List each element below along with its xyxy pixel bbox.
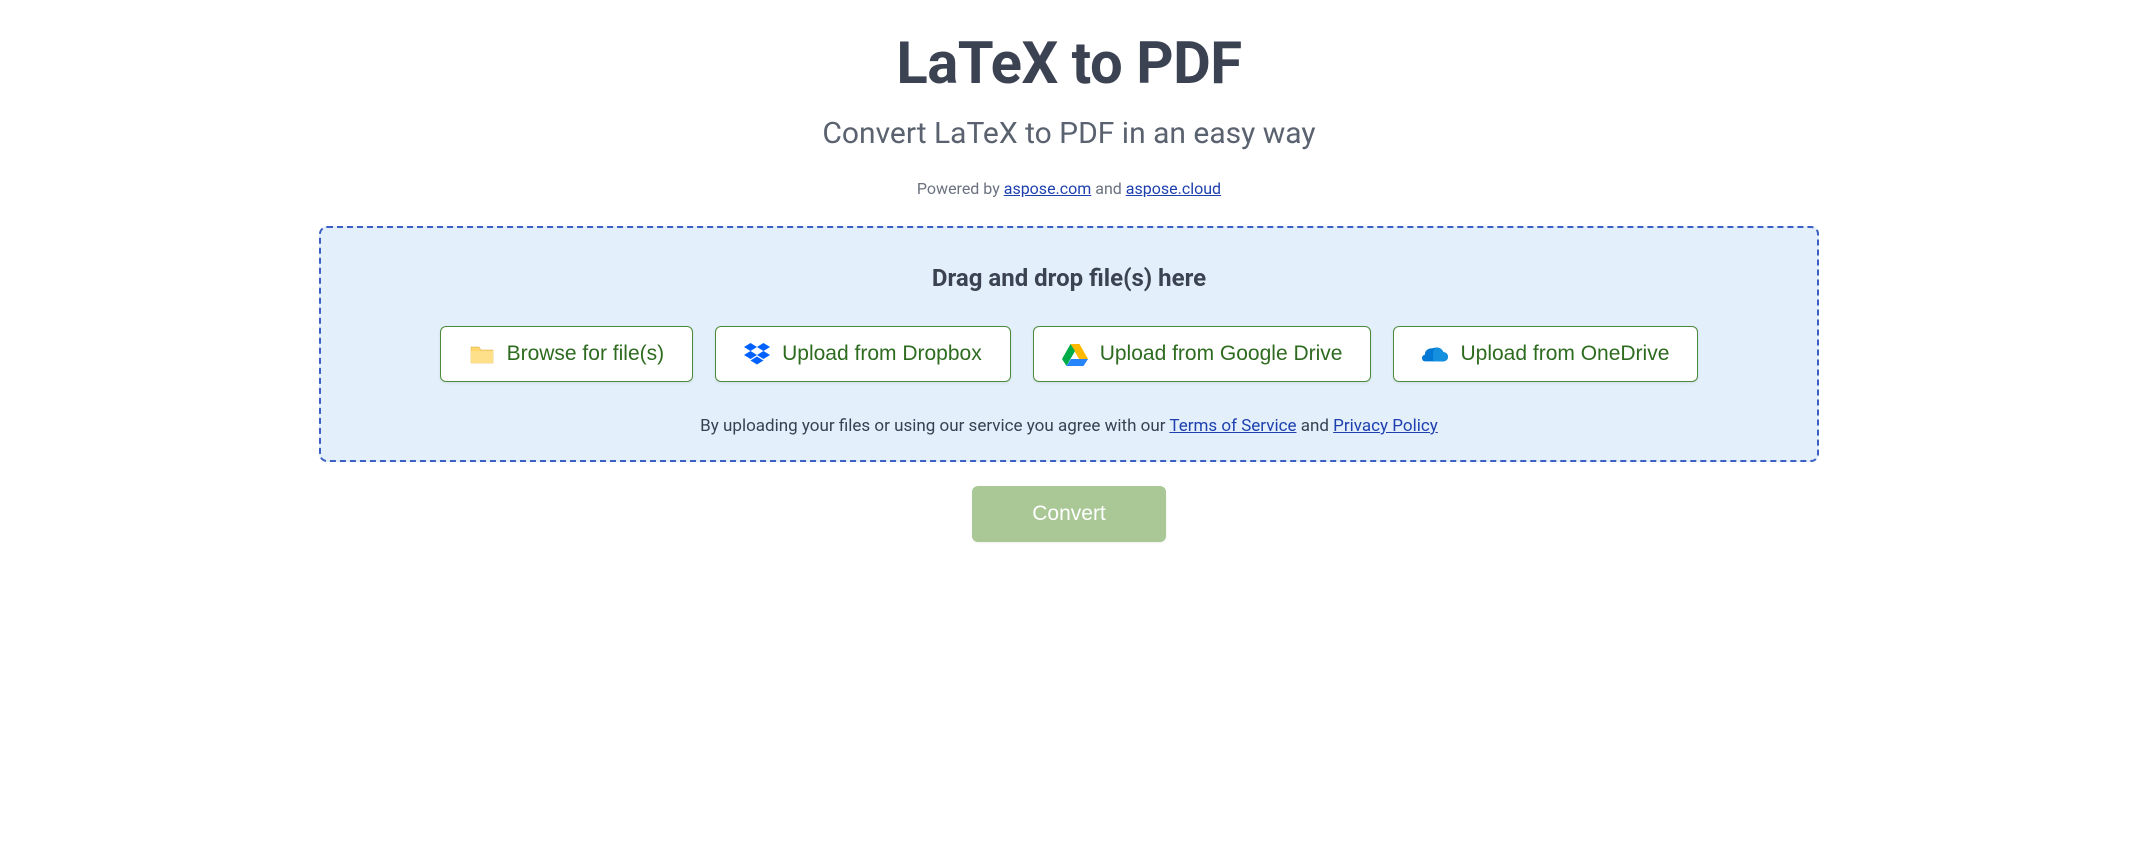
upload-gdrive-button[interactable]: Upload from Google Drive [1033, 326, 1372, 382]
onedrive-icon [1422, 341, 1448, 367]
powered-by-text: Powered by aspose.com and aspose.cloud [319, 179, 1819, 198]
powered-prefix: Powered by [917, 179, 1004, 198]
agreement-mid: and [1297, 416, 1334, 436]
upload-onedrive-button[interactable]: Upload from OneDrive [1393, 326, 1698, 382]
agreement-prefix: By uploading your files or using our ser… [700, 416, 1169, 436]
privacy-policy-link[interactable]: Privacy Policy [1333, 416, 1438, 436]
aspose-com-link[interactable]: aspose.com [1004, 179, 1092, 198]
upload-agreement: By uploading your files or using our ser… [361, 416, 1777, 436]
drop-instruction: Drag and drop file(s) here [361, 264, 1777, 292]
onedrive-label: Upload from OneDrive [1460, 342, 1669, 366]
page-subtitle: Convert LaTeX to PDF in an easy way [319, 116, 1819, 151]
page-title: LaTeX to PDF [319, 30, 1819, 98]
file-dropzone[interactable]: Drag and drop file(s) here Browse for fi… [319, 226, 1819, 462]
upload-dropbox-button[interactable]: Upload from Dropbox [715, 326, 1011, 382]
dropbox-label: Upload from Dropbox [782, 342, 982, 366]
upload-buttons-row: Browse for file(s) Upload from Dropbox [361, 326, 1777, 382]
browse-label: Browse for file(s) [507, 342, 665, 366]
gdrive-label: Upload from Google Drive [1100, 342, 1343, 366]
terms-of-service-link[interactable]: Terms of Service [1169, 416, 1296, 436]
main-container: LaTeX to PDF Convert LaTeX to PDF in an … [319, 30, 1819, 542]
aspose-cloud-link[interactable]: aspose.cloud [1126, 179, 1221, 198]
dropbox-icon [744, 341, 770, 367]
powered-mid: and [1091, 179, 1126, 198]
folder-icon [469, 341, 495, 367]
convert-button[interactable]: Convert [972, 486, 1166, 542]
browse-files-button[interactable]: Browse for file(s) [440, 326, 694, 382]
google-drive-icon [1062, 341, 1088, 367]
